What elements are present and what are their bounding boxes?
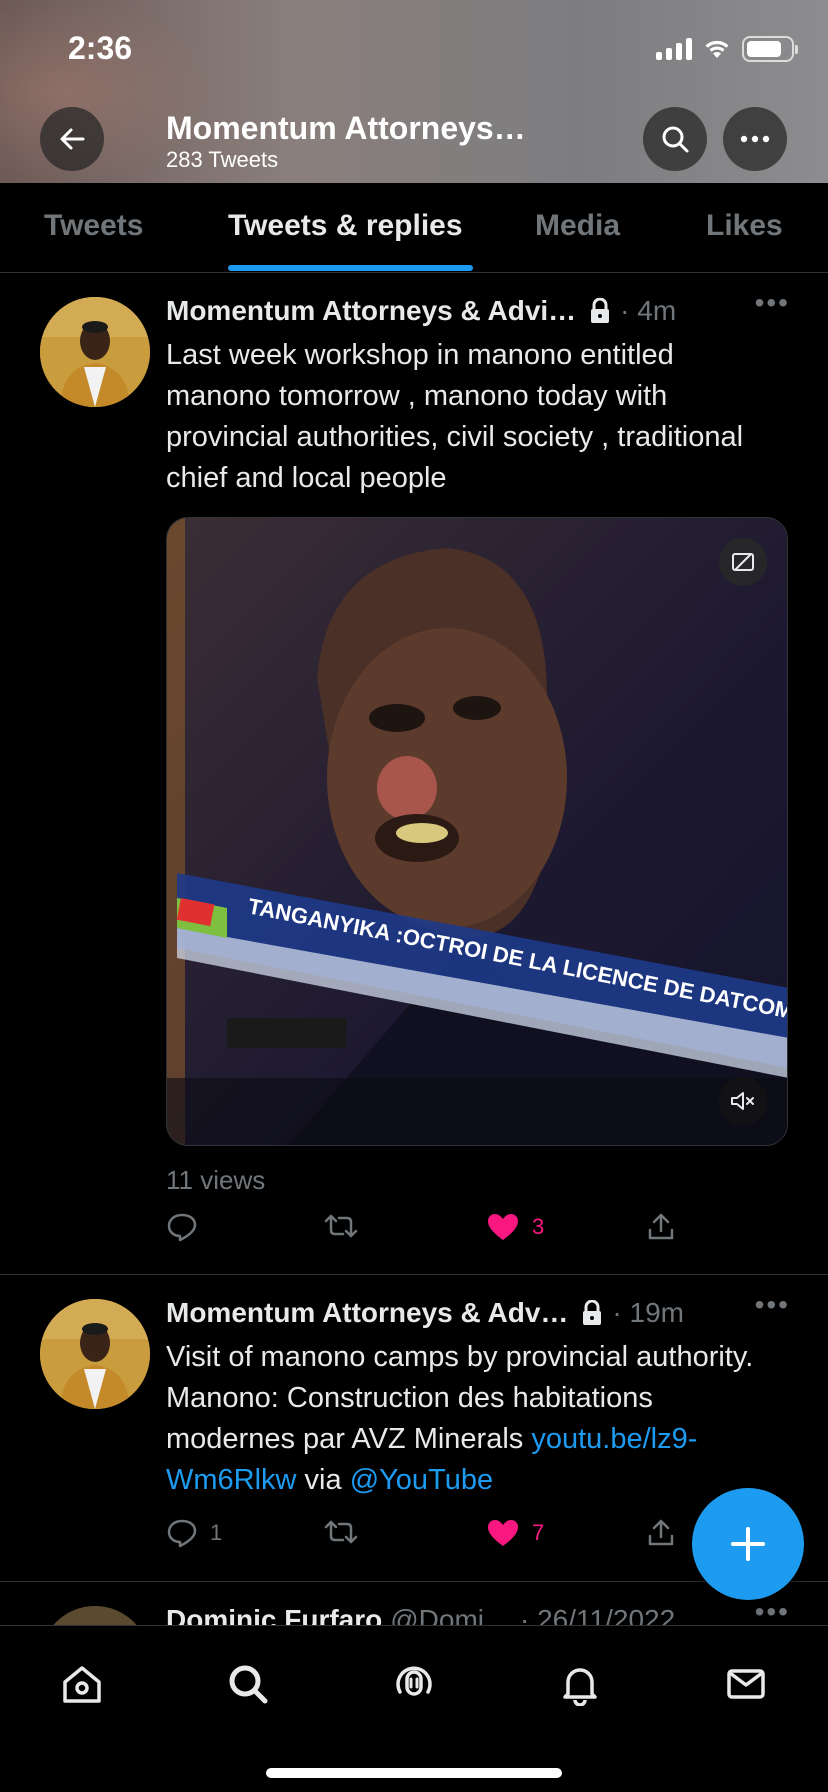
nav-messages[interactable]	[716, 1654, 776, 1714]
tweet-actions: 1 7	[166, 1518, 686, 1558]
reply-button[interactable]: 1	[166, 1518, 222, 1548]
tab-tweets[interactable]: Tweets	[44, 209, 143, 243]
nav-notifications[interactable]	[550, 1654, 610, 1714]
share-button[interactable]	[646, 1518, 676, 1548]
heart-icon	[488, 1520, 518, 1546]
reply-icon	[167, 1213, 197, 1242]
nav-spaces[interactable]	[384, 1654, 444, 1714]
tweet-time[interactable]: · 26/11/2022	[520, 1604, 675, 1625]
retweet-icon	[324, 1214, 358, 1238]
view-count: 11 views	[166, 1165, 266, 1195]
more-icon	[740, 135, 770, 143]
author-name[interactable]: Momentum Attorneys & Adv…	[166, 1297, 568, 1329]
like-count: 3	[532, 1214, 545, 1239]
spaces-icon	[396, 1666, 432, 1696]
signal-icon	[656, 38, 692, 60]
search-button[interactable]	[643, 107, 707, 171]
like-count: 7	[532, 1520, 545, 1545]
more-options-button[interactable]	[723, 107, 787, 171]
reply-button[interactable]	[166, 1212, 210, 1242]
wifi-icon	[705, 40, 729, 58]
bottom-navigation	[0, 1625, 828, 1792]
back-button[interactable]	[40, 107, 104, 171]
mail-icon	[727, 1669, 765, 1699]
profile-header: 2:36 Momentum Attorneys… 283 Tweets	[0, 0, 828, 183]
home-icon	[63, 1666, 101, 1703]
tweet[interactable]: Dominic Furfaro @Domi… · 26/11/2022 •••	[0, 1582, 828, 1625]
tab-tweets-and-replies[interactable]: Tweets & replies	[228, 209, 463, 243]
retweet-button[interactable]	[324, 1212, 370, 1240]
search-icon	[662, 126, 689, 153]
status-icons	[656, 36, 798, 62]
lock-icon	[588, 298, 612, 324]
tab-media[interactable]: Media	[535, 209, 620, 243]
nav-search[interactable]	[218, 1654, 278, 1714]
share-icon	[648, 1213, 674, 1240]
battery-icon	[742, 36, 798, 62]
tweet-video[interactable]: TANGANYIKA :OCTROI DE LA LICENCE DE DATC…	[166, 517, 788, 1146]
avatar[interactable]	[40, 1606, 150, 1625]
tweet-time[interactable]: · 19m	[612, 1297, 684, 1329]
nav-home[interactable]	[52, 1654, 112, 1714]
via-text: via	[296, 1464, 350, 1496]
mute-button[interactable]	[719, 1077, 767, 1125]
back-arrow-icon	[60, 128, 85, 150]
retweet-button[interactable]	[324, 1518, 370, 1546]
bell-icon	[563, 1668, 597, 1706]
tweet-actions: 3	[166, 1212, 686, 1252]
share-button[interactable]	[646, 1212, 676, 1242]
status-time: 2:36	[68, 30, 133, 66]
avatar[interactable]	[40, 1299, 150, 1409]
reply-count: 1	[210, 1520, 223, 1545]
tweet-more-button[interactable]: •••	[755, 1289, 790, 1321]
captions-button[interactable]	[719, 538, 767, 586]
retweet-icon	[324, 1520, 358, 1544]
tweet[interactable]: Momentum Attorneys & Advi… · 4m ••• Last…	[0, 273, 828, 1275]
plus-icon	[731, 1527, 765, 1561]
like-button[interactable]: 7	[486, 1518, 544, 1548]
tweet-count: 283 Tweets	[166, 147, 279, 172]
avatar[interactable]	[40, 297, 150, 407]
mention-link[interactable]: @YouTube	[350, 1464, 493, 1496]
author-handle[interactable]: @Domi…	[390, 1604, 512, 1625]
share-icon	[648, 1519, 674, 1546]
reply-icon	[167, 1519, 197, 1548]
author-name[interactable]: Momentum Attorneys & Advi…	[166, 295, 576, 327]
compose-tweet-button[interactable]	[692, 1488, 804, 1600]
tweet-text: Visit of manono camps by provincial auth…	[166, 1337, 766, 1501]
tweet-text: Last week workshop in manono entitled ma…	[166, 339, 744, 494]
tweet-more-button[interactable]: •••	[755, 1596, 790, 1625]
like-button[interactable]: 3	[486, 1212, 544, 1242]
heart-icon	[488, 1214, 518, 1240]
profile-tabs: Tweets Tweets & replies Media Likes	[0, 183, 828, 273]
tweet-time[interactable]: · 4m	[620, 295, 676, 327]
author-name[interactable]: Dominic Furfaro	[166, 1604, 382, 1625]
home-indicator[interactable]	[266, 1768, 562, 1778]
active-tab-indicator	[228, 265, 473, 271]
captions-icon	[732, 553, 754, 571]
tab-likes[interactable]: Likes	[706, 209, 783, 243]
muted-speaker-icon	[731, 1092, 754, 1110]
tweet-more-button[interactable]: •••	[755, 287, 790, 319]
lock-icon	[580, 1300, 604, 1326]
profile-name: Momentum Attorneys…	[166, 110, 526, 146]
search-icon	[229, 1665, 268, 1704]
